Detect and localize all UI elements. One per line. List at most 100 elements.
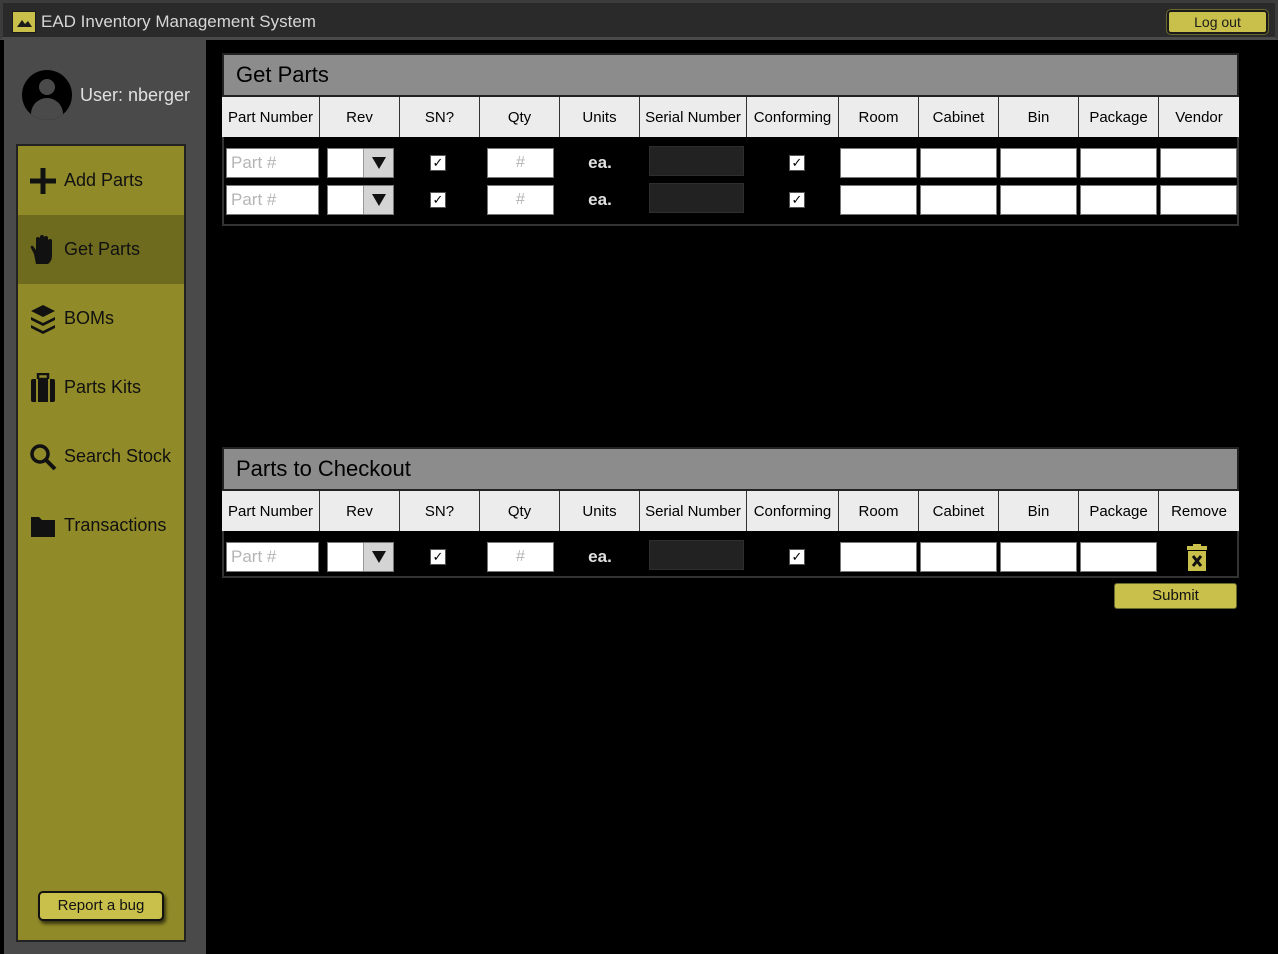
column-header: Qty <box>480 491 560 531</box>
sidebar-item-label: Get Parts <box>64 239 141 259</box>
bin-input[interactable] <box>1000 542 1077 572</box>
table-row: Part # ✓ # ea. ✓ <box>224 540 1237 574</box>
sidebar-item-label: Search Stock <box>64 446 172 466</box>
column-header: Package <box>1079 491 1159 531</box>
table-row: Part # ✓ # ea. ✓ <box>224 146 1237 180</box>
sidebar-item-label: Parts Kits <box>64 377 142 397</box>
layers-icon <box>28 304 58 334</box>
serial-number-field[interactable] <box>649 183 744 213</box>
column-header: Room <box>839 97 919 137</box>
title-bar: EAD Inventory Management System Log out <box>0 0 1278 40</box>
part-number-input[interactable]: Part # <box>226 185 319 215</box>
column-header: Vendor <box>1159 97 1239 137</box>
folder-icon <box>28 511 58 541</box>
column-header: Cabinet <box>919 97 999 137</box>
sidebar-item-search-stock[interactable]: Search Stock <box>18 422 184 491</box>
cabinet-input[interactable] <box>920 148 997 178</box>
sn-checkbox[interactable]: ✓ <box>430 549 446 565</box>
column-header: Room <box>839 491 919 531</box>
column-header: Part Number <box>222 97 320 137</box>
rev-select[interactable] <box>327 542 394 572</box>
get-parts-title: Get Parts <box>222 53 1239 97</box>
app-title: EAD Inventory Management System <box>41 12 316 31</box>
column-header: Units <box>560 97 640 137</box>
user-label: User: nberger <box>80 84 191 105</box>
rev-select[interactable] <box>327 148 394 178</box>
column-header: Qty <box>480 97 560 137</box>
column-header: Rev <box>320 491 400 531</box>
serial-number-field[interactable] <box>649 540 744 570</box>
column-header: Rev <box>320 97 400 137</box>
sidebar-item-transactions[interactable]: Transactions <box>18 491 184 560</box>
bin-input[interactable] <box>1000 185 1077 215</box>
serial-number-field[interactable] <box>649 146 744 176</box>
column-header: Conforming <box>747 97 839 137</box>
qty-input[interactable]: # <box>487 148 554 178</box>
room-input[interactable] <box>840 148 917 178</box>
sidebar-item-boms[interactable]: BOMs <box>18 284 184 353</box>
app-logo-icon <box>12 11 36 33</box>
trash-icon <box>1186 544 1208 576</box>
sidebar-item-label: BOMs <box>64 308 115 328</box>
submit-button[interactable]: Submit <box>1114 583 1237 609</box>
column-header: Units <box>560 491 640 531</box>
chevron-down-icon <box>363 543 393 571</box>
hand-icon <box>28 234 58 265</box>
sidebar-item-parts-kits[interactable]: Parts Kits <box>18 353 184 422</box>
table-row: Part # ✓ # ea. ✓ <box>224 183 1237 217</box>
bin-input[interactable] <box>1000 148 1077 178</box>
sidebar-item-label: Add Parts <box>64 170 144 190</box>
column-header: Part Number <box>222 491 320 531</box>
part-number-input[interactable]: Part # <box>226 542 319 572</box>
column-header: Remove <box>1159 491 1239 531</box>
column-header: SN? <box>400 491 480 531</box>
sidebar-nav: Add Parts Get Parts BOMs Parts Kits Sear… <box>16 144 186 942</box>
qty-input[interactable]: # <box>487 185 554 215</box>
part-number-input[interactable]: Part # <box>226 148 319 178</box>
cabinet-input[interactable] <box>920 185 997 215</box>
column-header: Conforming <box>747 491 839 531</box>
plus-icon <box>28 166 58 196</box>
column-header: Package <box>1079 97 1159 137</box>
rev-select[interactable] <box>327 185 394 215</box>
conforming-checkbox[interactable]: ✓ <box>789 192 805 208</box>
units-label: ea. <box>588 547 612 566</box>
cabinet-input[interactable] <box>920 542 997 572</box>
get-parts-grid: Part # ✓ # ea. ✓ Part # ✓ # ea. ✓ <box>222 137 1239 226</box>
checkout-grid: Part # ✓ # ea. ✓ <box>222 531 1239 578</box>
column-header: Serial Number <box>640 491 747 531</box>
checkout-title: Parts to Checkout <box>222 447 1239 491</box>
suitcase-icon <box>28 372 58 403</box>
chevron-down-icon <box>363 149 393 177</box>
column-header: Serial Number <box>640 97 747 137</box>
room-input[interactable] <box>840 542 917 572</box>
sn-checkbox[interactable]: ✓ <box>430 192 446 208</box>
report-bug-button[interactable]: Report a bug <box>38 891 164 921</box>
get-parts-header: Part Number Rev SN? Qty Units Serial Num… <box>222 97 1239 137</box>
package-input[interactable] <box>1080 185 1157 215</box>
column-header: Bin <box>999 97 1079 137</box>
qty-input[interactable]: # <box>487 542 554 572</box>
vendor-input[interactable] <box>1160 185 1237 215</box>
search-icon <box>28 442 58 472</box>
column-header: Cabinet <box>919 491 999 531</box>
conforming-checkbox[interactable]: ✓ <box>789 549 805 565</box>
sn-checkbox[interactable]: ✓ <box>430 155 446 171</box>
vendor-input[interactable] <box>1160 148 1237 178</box>
room-input[interactable] <box>840 185 917 215</box>
column-header: Bin <box>999 491 1079 531</box>
remove-button[interactable] <box>1186 544 1210 572</box>
package-input[interactable] <box>1080 148 1157 178</box>
chevron-down-icon <box>363 186 393 214</box>
user-info: User: nberger <box>22 70 190 120</box>
package-input[interactable] <box>1080 542 1157 572</box>
units-label: ea. <box>588 190 612 209</box>
sidebar-item-get-parts[interactable]: Get Parts <box>18 215 184 284</box>
sidebar-item-add-parts[interactable]: Add Parts <box>18 146 184 215</box>
sidebar-item-label: Transactions <box>64 515 167 535</box>
conforming-checkbox[interactable]: ✓ <box>789 155 805 171</box>
column-header: SN? <box>400 97 480 137</box>
units-label: ea. <box>588 153 612 172</box>
logout-button[interactable]: Log out <box>1167 10 1268 34</box>
avatar-icon <box>22 70 72 120</box>
